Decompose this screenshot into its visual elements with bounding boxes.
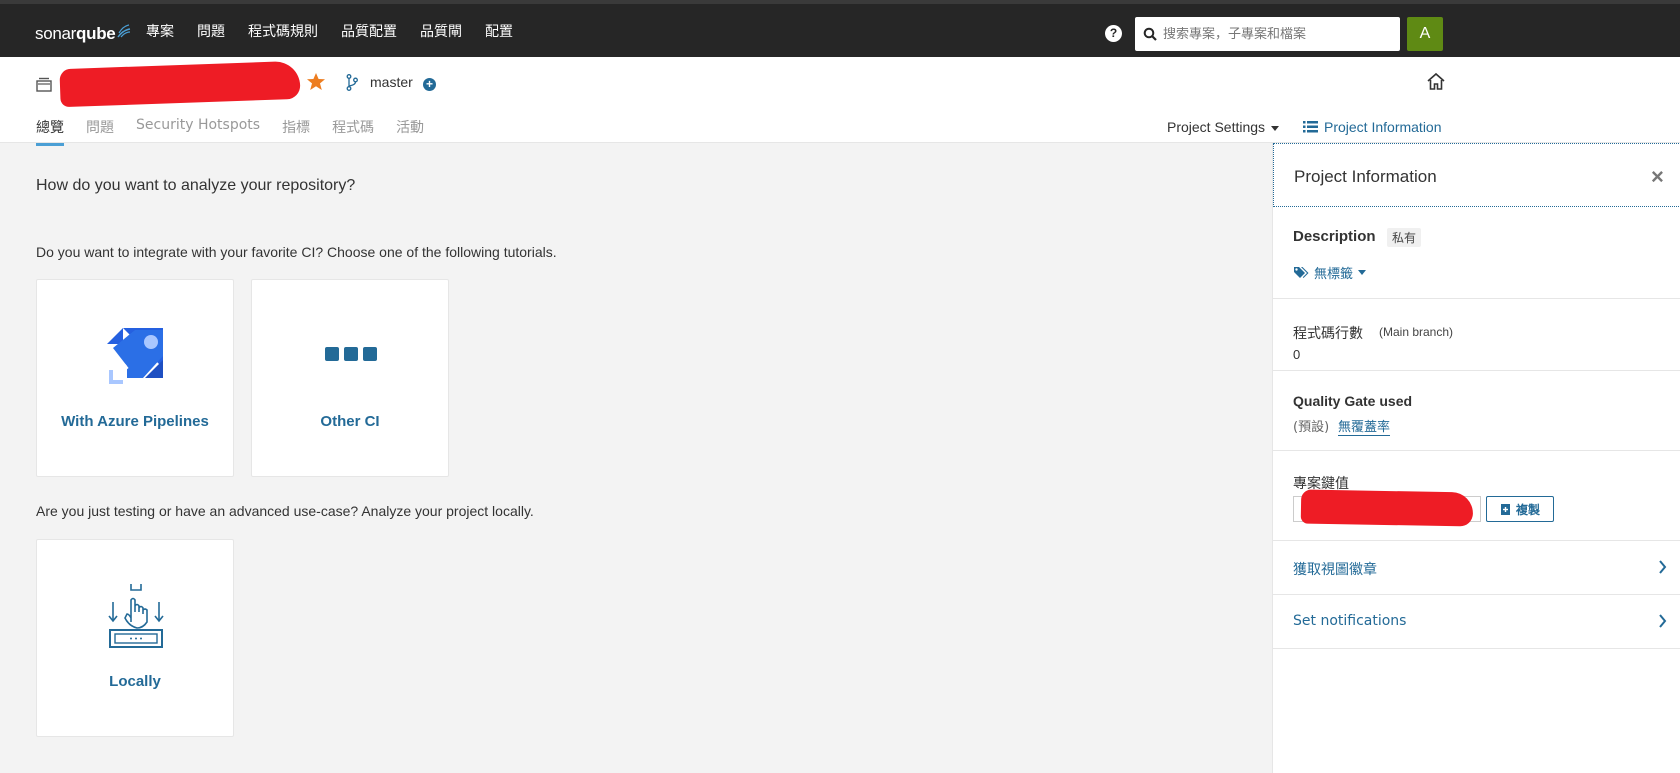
chevron-right-icon xyxy=(1659,560,1667,574)
main-content: How do you want to analyze your reposito… xyxy=(0,143,1272,773)
copy-button[interactable]: 複製 xyxy=(1486,496,1554,522)
global-search[interactable] xyxy=(1135,17,1400,51)
nav-rules[interactable]: 程式碼規則 xyxy=(248,21,318,41)
locally-icon xyxy=(108,584,164,648)
azure-pipelines-icon xyxy=(107,328,163,384)
tab-security-hotspots[interactable]: Security Hotspots xyxy=(136,117,260,146)
azure-pipelines-label: With Azure Pipelines xyxy=(61,413,209,430)
project-information-link[interactable]: Project Information xyxy=(1303,119,1442,135)
other-ci-card[interactable]: Other CI xyxy=(251,279,449,477)
tab-issues[interactable]: 問題 xyxy=(86,117,114,146)
top-navbar: sonarqube 專案 問題 程式碼規則 品質配置 品質閘 配置 ? A xyxy=(0,0,1680,57)
search-icon xyxy=(1143,27,1157,41)
locally-card[interactable]: Locally xyxy=(36,539,234,737)
project-information-panel: Project Information × Description 私有 無標籤… xyxy=(1272,143,1680,773)
project-header: master + 總覽 問題 Security Hotspots 指標 程式碼 … xyxy=(0,57,1680,146)
tab-overview[interactable]: 總覽 xyxy=(36,117,64,146)
chevron-right-icon xyxy=(1659,614,1667,628)
other-ci-icon xyxy=(325,347,377,361)
ci-prompt-text: Do you want to integrate with your favor… xyxy=(36,244,557,260)
other-ci-label: Other CI xyxy=(320,413,380,430)
project-icon xyxy=(36,77,52,92)
tags-icon xyxy=(1294,267,1309,278)
nav-administration[interactable]: 配置 xyxy=(485,21,513,41)
redacted-project-key xyxy=(1300,489,1474,527)
azure-pipelines-card[interactable]: With Azure Pipelines xyxy=(36,279,234,477)
branch-name[interactable]: master xyxy=(370,74,413,90)
private-badge: 私有 xyxy=(1387,228,1422,247)
project-settings-dropdown[interactable]: Project Settings xyxy=(1167,119,1280,135)
tab-activity[interactable]: 活動 xyxy=(396,117,424,146)
redacted-project-name xyxy=(59,60,301,108)
copy-icon xyxy=(1500,503,1510,515)
caret-down-icon xyxy=(1271,125,1280,131)
nav-quality-profiles[interactable]: 品質配置 xyxy=(341,21,397,41)
tab-code[interactable]: 程式碼 xyxy=(332,117,374,146)
sonarqube-logo[interactable]: sonarqube xyxy=(35,18,131,44)
quality-gate-default: (預設) xyxy=(1293,420,1330,435)
set-notifications-link[interactable]: Set notifications xyxy=(1273,595,1680,649)
tab-measures[interactable]: 指標 xyxy=(282,117,310,146)
quality-gate-link[interactable]: 無覆蓋率 xyxy=(1338,416,1391,436)
lines-of-code-label: 程式碼行數 xyxy=(1293,326,1363,342)
quality-gate-section: Quality Gate used (預設) 無覆蓋率 xyxy=(1273,371,1680,451)
analyze-question-heading: How do you want to analyze your reposito… xyxy=(36,177,356,194)
panel-header: Project Information × xyxy=(1273,143,1680,207)
locally-label: Locally xyxy=(109,673,161,690)
tags-dropdown[interactable]: 無標籤 xyxy=(1293,263,1367,282)
description-section: Description 私有 無標籤 xyxy=(1273,207,1680,299)
lines-of-code-value: 0 xyxy=(1293,347,1301,362)
project-key-section: 專案鍵值 複製 xyxy=(1273,451,1680,541)
search-input[interactable] xyxy=(1163,26,1383,42)
list-icon xyxy=(1303,121,1318,133)
main-nav: 專案 問題 程式碼規則 品質配置 品質閘 配置 xyxy=(146,4,536,57)
quality-gate-label: Quality Gate used xyxy=(1293,393,1413,409)
project-tabs: 總覽 問題 Security Hotspots 指標 程式碼 活動 xyxy=(36,117,446,146)
branch-icon xyxy=(346,74,358,91)
user-avatar[interactable]: A xyxy=(1407,17,1443,51)
main-branch-note: (Main branch) xyxy=(1379,325,1454,339)
nav-projects[interactable]: 專案 xyxy=(146,21,174,41)
caret-down-icon xyxy=(1358,270,1367,275)
question-circle-icon[interactable]: ? xyxy=(1105,25,1122,42)
panel-title: Project Information xyxy=(1294,167,1437,186)
local-prompt-text: Are you just testing or have an advanced… xyxy=(36,503,534,519)
nav-issues[interactable]: 問題 xyxy=(197,21,225,41)
description-label: Description xyxy=(1293,228,1376,245)
lines-of-code-section: 程式碼行數 (Main branch) 0 xyxy=(1273,299,1680,371)
favorite-star-icon[interactable] xyxy=(306,72,326,91)
nav-quality-gates[interactable]: 品質閘 xyxy=(420,21,462,41)
get-badges-link[interactable]: 獲取視圖徽章 xyxy=(1273,541,1680,595)
close-icon[interactable]: × xyxy=(1651,164,1664,190)
add-branch-plus-icon[interactable]: + xyxy=(423,78,436,91)
logo-waves-icon xyxy=(117,24,131,38)
home-icon[interactable] xyxy=(1426,72,1446,91)
